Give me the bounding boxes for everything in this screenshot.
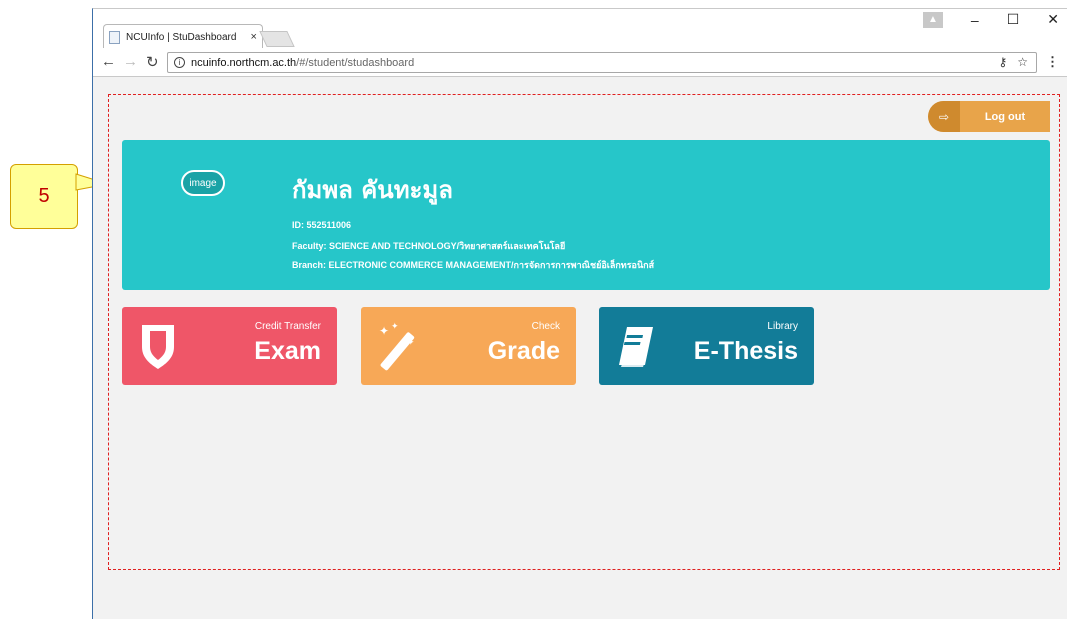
svg-text:✦: ✦ [407, 338, 415, 348]
bookmark-star-icon[interactable]: ☆ [1017, 55, 1028, 69]
avatar-alt-text: image [189, 177, 217, 189]
step-callout: 5 [10, 164, 78, 229]
magic-wand-icon: ✦ ✦ ✦ [379, 322, 415, 371]
avatar: image [181, 170, 225, 196]
url-path: /#/student/studashboard [296, 56, 415, 69]
reload-icon[interactable]: ↻ [146, 53, 159, 71]
minimize-button[interactable]: – [971, 12, 979, 28]
student-branch: Branch: ELECTRONIC COMMERCE MANAGEMENT/ก… [292, 260, 655, 270]
svg-text:✦: ✦ [379, 324, 389, 338]
browser-menu-icon[interactable]: ⋮ [1046, 54, 1059, 70]
tab-title: NCUInfo | StuDashboard [126, 31, 237, 43]
grade-tile-subtitle: Check [531, 321, 560, 332]
exam-tile-subtitle: Credit Transfer [254, 321, 321, 332]
grade-tile[interactable]: ✦ ✦ ✦ Check Grade [361, 307, 576, 385]
new-tab-button[interactable] [259, 31, 295, 47]
site-info-icon[interactable]: i [174, 57, 185, 68]
browser-tab-content[interactable]: NCUInfo | StuDashboard × [109, 27, 257, 47]
address-bar-actions: ⚷ ☆ [998, 55, 1028, 69]
exam-tile[interactable]: Credit Transfer Exam [122, 307, 337, 385]
title-bar: NCUInfo | StuDashboard × ▲ – ☐ ✕ [93, 9, 1067, 49]
browser-toolbar: ← → ↻ i ncuinfo.northcm.ac.th /#/student… [93, 49, 1067, 77]
ethesis-tile-subtitle: Library [767, 321, 798, 332]
logout-label: Log out [984, 110, 1026, 123]
exam-tile-title: Exam [254, 337, 321, 365]
grade-tile-title: Grade [487, 337, 560, 365]
close-window-button[interactable]: ✕ [1047, 11, 1059, 28]
logout-icon: ⇨ [928, 101, 960, 132]
student-profile-card: image กัมพล คันทะมูล ID: 552511006 Facul… [122, 140, 1050, 290]
student-id: ID: 552511006 [292, 220, 352, 230]
screenshot-stage: 5 NCUInfo | StuDashboard × ▲ – ☐ ✕ ← → ↻ [0, 0, 1067, 619]
student-faculty: Faculty: SCIENCE AND TECHNOLOGY/วิทยาศาส… [292, 241, 566, 251]
step-number: 5 [38, 185, 50, 207]
student-name: กัมพล คันทะมูล [292, 176, 453, 204]
window-controls: ▲ – ☐ ✕ [922, 11, 1059, 28]
address-bar[interactable]: i ncuinfo.northcm.ac.th /#/student/studa… [167, 52, 1037, 73]
profile-icon[interactable]: ▲ [922, 11, 943, 28]
shield-icon [142, 325, 174, 369]
book-icon [619, 327, 653, 367]
ethesis-tile-title: E-Thesis [693, 337, 798, 365]
tab-close-icon[interactable]: × [250, 31, 256, 43]
url-host: ncuinfo.northcm.ac.th [191, 56, 297, 69]
back-arrow-icon[interactable]: ← [101, 53, 116, 70]
svg-text:✦: ✦ [391, 322, 399, 332]
forward-arrow-icon[interactable]: → [123, 53, 138, 70]
page-content: ⇨ Log out image กัมพล คันทะมูล ID: 55251… [93, 78, 1067, 619]
key-icon[interactable]: ⚷ [998, 55, 1007, 69]
page-favicon-icon [109, 30, 120, 44]
browser-window: NCUInfo | StuDashboard × ▲ – ☐ ✕ ← → ↻ i… [92, 8, 1067, 619]
logout-button[interactable]: ⇨ Log out [928, 101, 1050, 132]
maximize-button[interactable]: ☐ [1007, 11, 1020, 28]
ethesis-tile[interactable]: Library E-Thesis [599, 307, 814, 385]
